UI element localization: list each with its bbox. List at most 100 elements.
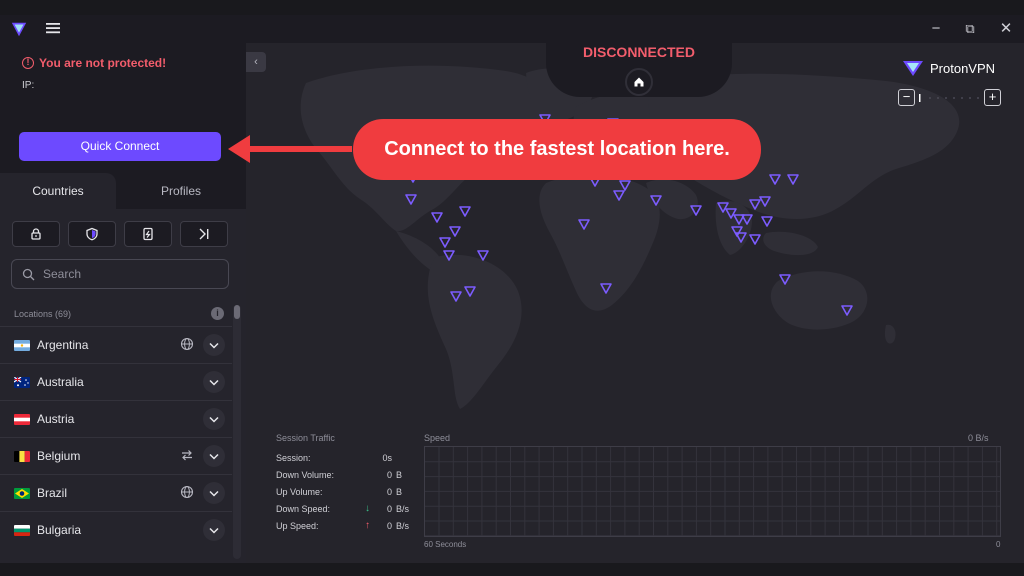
stat-value: 0s [382, 453, 392, 463]
title-bar: − ⧉ ✕ [0, 15, 1024, 43]
expand-austria-button[interactable] [203, 408, 225, 430]
down-arrow-icon: ↓ [365, 503, 370, 514]
lock-icon [31, 228, 41, 240]
stat-label: Session: [276, 453, 311, 463]
country-name: Belgium [37, 449, 81, 463]
protonvpn-logo-icon [903, 61, 923, 76]
locations-scrollbar[interactable] [233, 305, 241, 559]
filter-p2p-button[interactable] [124, 221, 172, 247]
speed-graph-label: Speed [424, 433, 451, 443]
connection-status-text: DISCONNECTED [582, 44, 695, 60]
country-row-argentina[interactable]: Argentina [0, 326, 232, 362]
search-icon [22, 268, 35, 280]
filter-secure-core-button[interactable] [12, 221, 60, 247]
collapse-sidebar-button[interactable]: ‹ [246, 52, 266, 72]
stat-row-up-speed: Up Speed: ↑ 0 B/s [276, 520, 412, 535]
country-row-austria[interactable]: Austria [0, 400, 232, 436]
filter-netshield-button[interactable] [68, 221, 116, 247]
expand-australia-button[interactable] [203, 371, 225, 393]
warning-text: You are not protected! [39, 56, 167, 70]
countries-panel: Locations (69) i Argentina [0, 209, 246, 563]
country-row-bulgaria[interactable]: Bulgaria [0, 511, 232, 547]
callout-arrow-shaft [246, 146, 352, 152]
speed-graph [424, 446, 1001, 537]
stat-row-down-speed: Down Speed: ↓ 0 B/s [276, 503, 412, 518]
hamburger-icon[interactable] [44, 19, 62, 37]
speed-graph-x-start: 60 Seconds [424, 540, 467, 549]
chevron-down-icon [209, 416, 219, 423]
search-box[interactable] [11, 259, 229, 289]
shield-icon [86, 227, 98, 241]
stat-value: 0 [386, 521, 392, 531]
stat-row-up-volume: Up Volume: 0 B [276, 487, 412, 501]
stat-value: 0 [386, 504, 392, 514]
stat-unit: B/s [396, 521, 410, 531]
brand-logo: ProtonVPN [902, 59, 995, 77]
country-row-australia[interactable]: Australia [0, 363, 232, 399]
zoom-out-button[interactable]: − [898, 89, 915, 106]
tab-countries[interactable]: Countries [0, 173, 116, 209]
zoom-slider[interactable] [918, 92, 982, 104]
scrollbar-thumb[interactable] [234, 305, 240, 319]
restore-button[interactable]: ⧉ [957, 17, 983, 41]
search-input[interactable] [43, 267, 213, 281]
home-button[interactable] [625, 68, 653, 96]
stat-unit: B/s [396, 504, 410, 514]
country-row-brazil[interactable]: Brazil [0, 474, 232, 510]
tor-icon [199, 228, 209, 240]
stat-label: Up Speed: [276, 521, 319, 531]
stat-row-session: Session: 0s [276, 453, 412, 467]
info-icon[interactable]: i [211, 307, 224, 320]
protonvpn-logo-icon [11, 22, 27, 37]
country-row-belgium[interactable]: Belgium [0, 437, 232, 473]
country-name: Argentina [37, 338, 89, 352]
filter-tor-button[interactable] [180, 221, 228, 247]
minimize-button[interactable]: − [923, 17, 949, 41]
globe-icon [180, 337, 194, 351]
chevron-down-icon [209, 490, 219, 497]
country-name: Australia [37, 375, 84, 389]
screen-edge [0, 0, 1024, 15]
stat-unit: B [396, 487, 403, 497]
chevron-down-icon [209, 379, 219, 386]
country-name: Brazil [37, 486, 68, 500]
app-window: − ⧉ ✕ ! You are not protected! IP: Quick… [0, 0, 1024, 576]
brazil-flag-icon [14, 488, 30, 499]
zoom-in-button[interactable]: + [984, 89, 1001, 106]
country-name: Austria [37, 412, 75, 426]
austria-flag-icon [14, 414, 30, 425]
brand-name: ProtonVPN [930, 60, 996, 76]
stat-value: 0 [386, 487, 392, 497]
country-name: Bulgaria [37, 523, 82, 537]
stat-label: Up Volume: [276, 487, 323, 497]
expand-bulgaria-button[interactable] [203, 519, 225, 541]
protection-warning: ! You are not protected! [22, 56, 166, 70]
callout-arrow-head [228, 135, 250, 163]
chevron-down-icon [209, 527, 219, 534]
sidebar: ! You are not protected! IP: Quick Conne… [0, 43, 246, 563]
speed-graph-max: 0 B/s [968, 433, 989, 443]
sidebar-tabs: Countries Profiles [0, 173, 246, 209]
session-traffic-title: Session Traffic [276, 433, 335, 443]
stat-label: Down Speed: [276, 504, 331, 514]
chevron-down-icon [209, 453, 219, 460]
close-button[interactable]: ✕ [993, 17, 1019, 41]
locations-count: Locations (69) [14, 309, 72, 319]
tab-profiles[interactable]: Profiles [116, 173, 246, 209]
stat-row-down-volume: Down Volume: 0 B [276, 470, 412, 484]
australia-flag-icon [14, 377, 30, 388]
argentina-flag-icon [14, 340, 30, 351]
speed-graph-x-end: 0 [996, 540, 1001, 549]
home-icon [634, 77, 644, 87]
map-zoom-control: − + [898, 89, 1002, 106]
bulgaria-flag-icon [14, 525, 30, 536]
chevron-down-icon [209, 342, 219, 349]
expand-argentina-button[interactable] [203, 334, 225, 356]
expand-brazil-button[interactable] [203, 482, 225, 504]
quick-connect-button[interactable]: Quick Connect [19, 132, 221, 161]
up-arrow-icon: ↑ [365, 520, 370, 531]
alert-icon: ! [22, 57, 34, 69]
screen-edge-bottom [0, 563, 1024, 576]
stat-value: 0 [386, 470, 392, 480]
expand-belgium-button[interactable] [203, 445, 225, 467]
